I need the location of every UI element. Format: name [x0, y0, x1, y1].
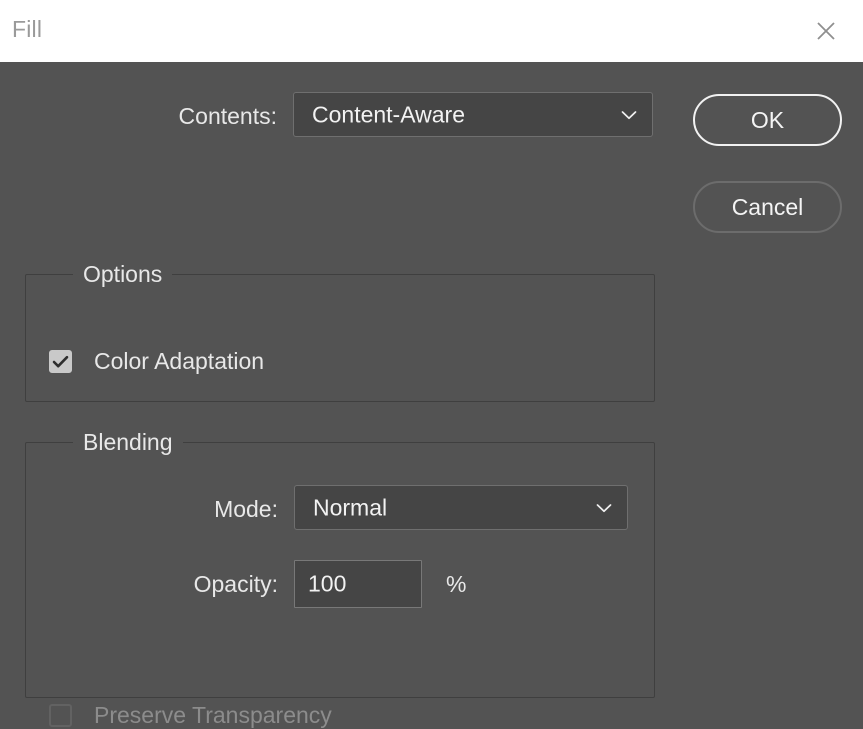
opacity-label: Opacity:: [193, 571, 278, 597]
preserve-transparency-label: Preserve Transparency: [94, 702, 332, 728]
cancel-button-label: Cancel: [731, 193, 804, 220]
window-titlebar: Fill: [0, 0, 863, 62]
checkbox-box: [49, 704, 72, 727]
ok-button-label: OK: [750, 106, 785, 133]
blending-group-legend: Blending: [73, 429, 183, 456]
mode-dropdown[interactable]: Normal: [294, 485, 628, 530]
chevron-down-icon: [620, 109, 638, 121]
cancel-button[interactable]: Cancel: [693, 181, 842, 233]
chevron-down-icon: [595, 502, 613, 514]
close-x-icon: [814, 19, 838, 43]
contents-dropdown-value: Content-Aware: [312, 101, 465, 127]
checkmark-icon: [52, 355, 69, 369]
checkbox-box: [49, 350, 72, 373]
options-group-legend: Options: [73, 261, 173, 288]
window-title: Fill: [12, 16, 43, 42]
color-adaptation-label: Color Adaptation: [94, 348, 265, 374]
opacity-input[interactable]: 100: [294, 560, 422, 608]
contents-dropdown[interactable]: Content-Aware: [293, 92, 653, 137]
fill-dialog-body: Contents: Content-Aware OK Cancel Option…: [0, 62, 863, 728]
opacity-unit-label: %: [446, 571, 467, 597]
options-group: Options Color Adaptation: [25, 261, 655, 402]
ok-button[interactable]: OK: [693, 94, 842, 146]
color-adaptation-checkbox[interactable]: Color Adaptation: [49, 348, 264, 375]
preserve-transparency-checkbox: Preserve Transparency: [49, 702, 332, 729]
blending-group: Blending Mode: Normal Opacity: 100 % Pre…: [25, 429, 655, 728]
close-window-button[interactable]: [807, 12, 845, 50]
mode-label: Mode:: [214, 496, 278, 522]
mode-dropdown-value: Normal: [313, 494, 388, 520]
opacity-input-value: 100: [308, 570, 347, 597]
contents-label: Contents:: [178, 103, 277, 129]
